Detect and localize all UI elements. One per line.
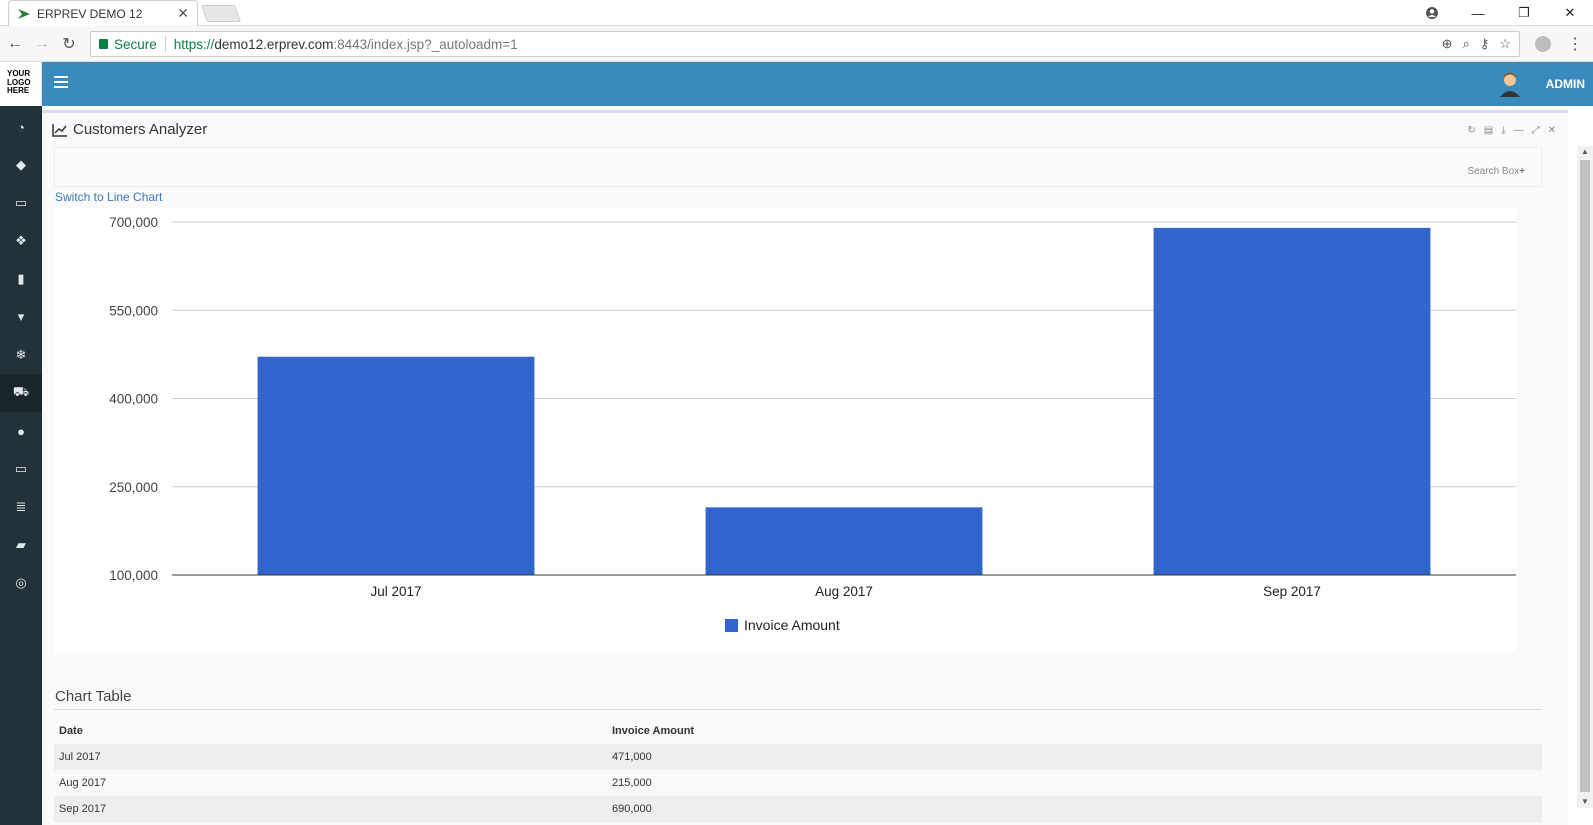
close-tab-icon[interactable]: ✕ bbox=[177, 5, 189, 22]
table-cell-amount: 471,000 bbox=[607, 744, 1542, 770]
secure-label: Secure bbox=[114, 36, 157, 52]
circle-icon[interactable]: ● bbox=[0, 412, 42, 450]
search-box-toggle[interactable]: Search Box+ bbox=[1467, 166, 1525, 177]
x-tick-label: Jul 2017 bbox=[370, 584, 421, 599]
table-row: Aug 2017 215,000 bbox=[54, 770, 1542, 796]
url-path: :8443/index.jsp?_autoloadm=1 bbox=[333, 36, 518, 52]
y-tick-label: 550,000 bbox=[109, 303, 158, 318]
forward-arrow-icon[interactable]: → bbox=[32, 34, 52, 54]
search-box-label: Search Box bbox=[1467, 166, 1520, 177]
desktop-icon[interactable]: ▭ bbox=[0, 450, 42, 488]
browser-toolbar: ← → ↻ Secure https:// demo12.erprev.com … bbox=[0, 26, 1593, 62]
dashboard-icon[interactable]: ◔ bbox=[0, 108, 42, 146]
y-tick-label: 400,000 bbox=[109, 392, 158, 407]
expand-icon[interactable]: ⤢ bbox=[1532, 125, 1540, 136]
lock-icon bbox=[99, 39, 108, 49]
browser-menu-icon[interactable]: ⋮ bbox=[1567, 34, 1583, 54]
table-row: Sep 2017 690,000 bbox=[54, 796, 1542, 822]
location-icon[interactable]: ⊕ bbox=[1442, 36, 1453, 52]
customers-analyzer-panel: Customers Analyzer ↻ ▤ ⤓ — ⤢ ✕ Search Bo… bbox=[42, 110, 1568, 825]
close-window-icon[interactable]: ✕ bbox=[1547, 0, 1593, 26]
key-icon[interactable]: ⚷ bbox=[1480, 36, 1490, 52]
zoom-icon[interactable]: ⌕ bbox=[1463, 36, 1470, 52]
company-logo: YOUR LOGO HERE bbox=[0, 62, 42, 106]
money-icon[interactable]: ▭ bbox=[0, 184, 42, 222]
trash-icon[interactable]: ▾ bbox=[0, 298, 42, 336]
y-tick-label: 100,000 bbox=[109, 568, 158, 583]
switch-to-line-chart-link[interactable]: Switch to Line Chart bbox=[55, 190, 162, 204]
column-header-invoice-amount[interactable]: Invoice Amount bbox=[607, 718, 1542, 744]
minimize-icon[interactable]: — bbox=[1455, 0, 1501, 26]
tag-icon[interactable]: ◆ bbox=[0, 146, 42, 184]
plus-icon: + bbox=[1519, 166, 1525, 177]
hamburger-menu-icon[interactable] bbox=[54, 76, 68, 90]
line-chart-icon bbox=[52, 123, 67, 137]
url-scheme: https:// bbox=[173, 36, 215, 52]
chart-table: Date Invoice Amount Jul 2017 471,000 Aug… bbox=[54, 718, 1542, 822]
book-icon[interactable]: ▰ bbox=[0, 526, 42, 564]
erprev-favicon-icon bbox=[18, 8, 30, 19]
browser-tab[interactable]: ERPREV DEMO 12 ✕ bbox=[8, 0, 198, 26]
y-tick-label: 250,000 bbox=[109, 480, 158, 495]
bar-chart-container: 100,000 250,000 400,000 550,000 700,000 Jul 2… bbox=[54, 208, 1516, 653]
vertical-scrollbar[interactable]: ▲ ▼ bbox=[1577, 146, 1593, 808]
extension-icon[interactable] bbox=[1535, 36, 1551, 52]
scrollbar-thumb[interactable] bbox=[1580, 160, 1590, 792]
download-icon[interactable]: ⤓ bbox=[1501, 125, 1505, 136]
new-tab-button[interactable] bbox=[200, 5, 242, 22]
close-panel-icon[interactable]: ✕ bbox=[1548, 125, 1556, 136]
table-cell-date: Aug 2017 bbox=[54, 770, 607, 796]
building-icon[interactable]: ▮ bbox=[0, 260, 42, 298]
omnibox-divider bbox=[164, 36, 166, 52]
restore-icon[interactable]: ❐ bbox=[1501, 0, 1547, 26]
chart-table-title: Chart Table bbox=[55, 688, 132, 705]
table-cell-amount: 215,000 bbox=[607, 770, 1542, 796]
table-divider bbox=[54, 709, 1542, 710]
column-header-date[interactable]: Date bbox=[54, 718, 607, 744]
print-icon[interactable]: ▤ bbox=[1484, 125, 1493, 136]
tab-title: ERPREV DEMO 12 bbox=[37, 6, 143, 21]
legend-label: Invoice Amount bbox=[744, 617, 840, 633]
minimize-panel-icon[interactable]: — bbox=[1514, 125, 1524, 136]
cart-icon[interactable]: ⛟ bbox=[0, 374, 42, 412]
panel-title: Customers Analyzer bbox=[73, 121, 208, 138]
table-cell-date: Jul 2017 bbox=[54, 744, 607, 770]
user-avatar[interactable] bbox=[1499, 71, 1521, 97]
back-arrow-icon[interactable]: ← bbox=[5, 34, 25, 54]
app-header: ADMIN bbox=[42, 62, 1593, 106]
user-name[interactable]: ADMIN bbox=[1546, 77, 1585, 91]
bar bbox=[705, 507, 983, 575]
x-tick-label: Aug 2017 bbox=[815, 584, 873, 599]
bar bbox=[257, 356, 535, 575]
refresh-icon[interactable]: ↻ bbox=[1467, 125, 1475, 136]
table-cell-amount: 690,000 bbox=[607, 796, 1542, 822]
y-tick-label: 700,000 bbox=[109, 215, 158, 230]
panel-header: Customers Analyzer bbox=[52, 121, 207, 138]
search-box-bar: Search Box+ bbox=[54, 147, 1542, 187]
reload-icon[interactable]: ↻ bbox=[59, 34, 79, 54]
bookmark-star-icon[interactable]: ☆ bbox=[1499, 36, 1511, 52]
profile-icon[interactable] bbox=[1409, 0, 1455, 26]
browser-tab-strip: ERPREV DEMO 12 ✕ — ❐ ✕ bbox=[0, 0, 1593, 26]
snowflake-icon[interactable]: ❄ bbox=[0, 336, 42, 374]
address-bar[interactable]: Secure https:// demo12.erprev.com :8443/… bbox=[90, 31, 1520, 57]
table-cell-date: Sep 2017 bbox=[54, 796, 607, 822]
database-icon[interactable]: ≣ bbox=[0, 488, 42, 526]
logo-line: HERE bbox=[7, 86, 30, 95]
panel-toolbar: ↻ ▤ ⤓ — ⤢ ✕ bbox=[1467, 125, 1556, 136]
bar bbox=[1153, 227, 1431, 575]
scroll-up-icon[interactable]: ▲ bbox=[1577, 146, 1593, 158]
url-host: demo12.erprev.com bbox=[214, 36, 334, 52]
x-tick-label: Sep 2017 bbox=[1263, 584, 1321, 599]
cubes-icon[interactable]: ❖ bbox=[0, 222, 42, 260]
bar-chart: 100,000 250,000 400,000 550,000 700,000 Jul 2… bbox=[109, 215, 1516, 633]
table-row: Jul 2017 471,000 bbox=[54, 744, 1542, 770]
legend-swatch bbox=[725, 619, 738, 632]
scroll-down-icon[interactable]: ▼ bbox=[1577, 796, 1593, 808]
lifebuoy-icon[interactable]: ◎ bbox=[0, 564, 42, 602]
